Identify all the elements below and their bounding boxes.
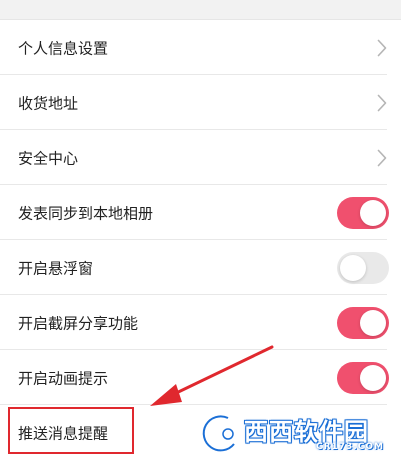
settings-row-personal-info[interactable]: 个人信息设置 xyxy=(0,20,401,75)
settings-row-shipping-address[interactable]: 收货地址 xyxy=(0,75,401,130)
chevron-right-icon xyxy=(377,94,387,111)
settings-row-label: 发表同步到本地相册 xyxy=(18,204,154,222)
top-section-gap xyxy=(0,0,401,20)
settings-screen: 个人信息设置 收货地址 安全中心 发表同步到本地相册 开启悬浮窗 开启截屏分享功… xyxy=(0,0,401,462)
toggle-knob xyxy=(360,199,386,226)
chevron-right-icon xyxy=(377,149,387,166)
screenshot-share-toggle[interactable] xyxy=(337,306,389,339)
toggle-knob xyxy=(360,364,386,391)
floating-window-toggle[interactable] xyxy=(337,251,389,284)
settings-row-label: 个人信息设置 xyxy=(18,39,109,57)
settings-row-push-notifications[interactable]: 推送消息提醒 xyxy=(0,405,401,460)
chevron-right-icon xyxy=(377,39,387,56)
settings-row-security-center[interactable]: 安全中心 xyxy=(0,130,401,185)
settings-row-label: 安全中心 xyxy=(18,149,79,167)
settings-row-label: 开启动画提示 xyxy=(18,369,109,387)
settings-row-label: 推送消息提醒 xyxy=(18,424,109,442)
settings-row-label: 开启截屏分享功能 xyxy=(18,314,139,332)
settings-row-screenshot-share: 开启截屏分享功能 xyxy=(0,295,401,350)
settings-row-sync-album: 发表同步到本地相册 xyxy=(0,185,401,240)
animation-tips-toggle[interactable] xyxy=(337,361,389,394)
sync-album-toggle[interactable] xyxy=(337,196,389,229)
settings-row-label: 收货地址 xyxy=(18,94,79,112)
toggle-knob xyxy=(340,254,366,281)
settings-row-floating-window: 开启悬浮窗 xyxy=(0,240,401,295)
settings-row-animation-tips: 开启动画提示 xyxy=(0,350,401,405)
settings-row-label: 开启悬浮窗 xyxy=(18,259,94,277)
toggle-knob xyxy=(360,309,386,336)
